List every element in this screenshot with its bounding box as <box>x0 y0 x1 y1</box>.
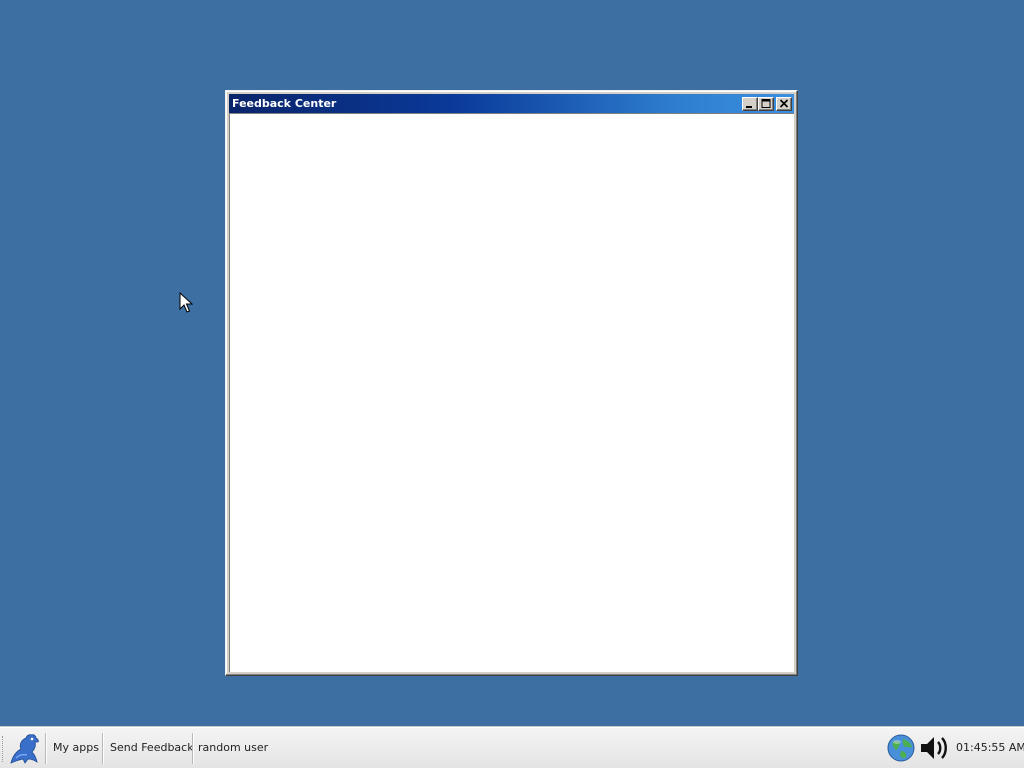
taskbar: My apps Send Feedback random user 01:45:… <box>0 727 1024 768</box>
globe-icon[interactable] <box>886 733 916 763</box>
window-titlebar[interactable]: Feedback Center <box>229 94 794 113</box>
window-title: Feedback Center <box>232 97 337 110</box>
minimize-button[interactable] <box>742 96 758 111</box>
taskbar-separator <box>102 733 104 764</box>
taskbar-separator <box>192 733 194 764</box>
system-clock[interactable]: 01:45:55 AM <box>956 741 1024 754</box>
taskbar-separator <box>45 733 47 764</box>
close-icon <box>779 98 789 108</box>
start-button[interactable] <box>4 731 44 766</box>
speaker-icon[interactable] <box>918 733 954 763</box>
taskbar-item-send-feedback[interactable]: Send Feedback <box>110 741 194 754</box>
feedback-center-window[interactable]: Feedback Center <box>225 90 798 676</box>
bird-logo-icon <box>10 733 39 764</box>
minimize-icon <box>746 105 752 108</box>
maximize-button[interactable] <box>758 96 774 111</box>
close-button[interactable] <box>776 96 792 111</box>
maximize-icon <box>761 98 771 108</box>
window-content-area[interactable] <box>229 113 794 672</box>
mouse-pointer-icon <box>179 292 193 313</box>
taskbar-item-user[interactable]: random user <box>198 741 268 754</box>
taskbar-item-my-apps[interactable]: My apps <box>53 741 99 754</box>
desktop[interactable]: Feedback Center <box>0 0 1024 727</box>
